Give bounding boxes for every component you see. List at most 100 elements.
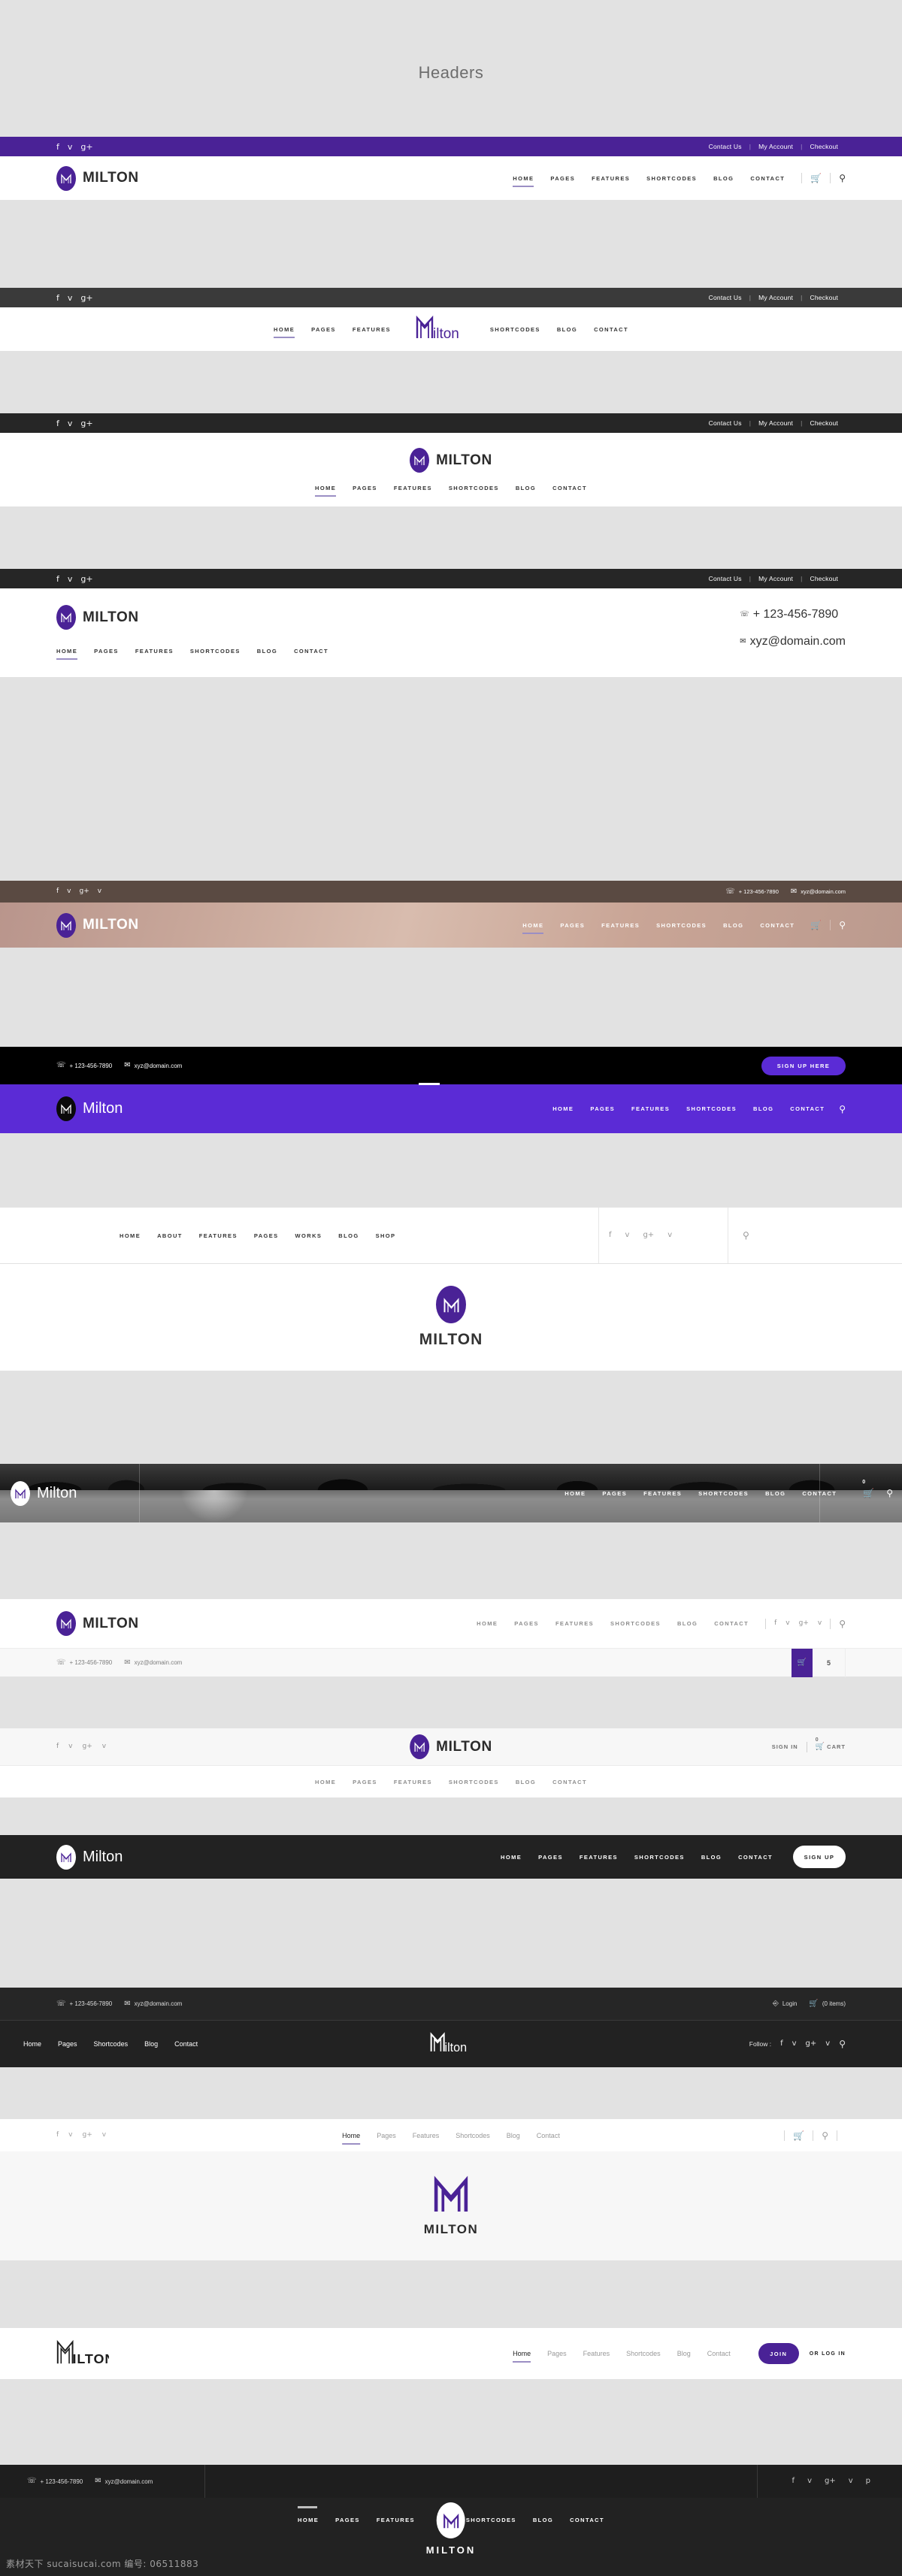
nav-home[interactable]: Home <box>334 2132 368 2145</box>
nav-contact[interactable]: CONTACT <box>752 922 803 929</box>
nav-shortcodes[interactable]: SHORTCODES <box>440 485 507 491</box>
google-plus-icon[interactable]: g+ <box>80 143 92 151</box>
social-links[interactable]: f ᴠ g+ v <box>774 1620 822 1627</box>
nav-blog[interactable]: BLOG <box>745 1105 782 1112</box>
phone-info[interactable]: ☏ + 123-456-7890 <box>56 1658 112 1667</box>
nav-features[interactable]: FEATURES <box>635 1490 690 1497</box>
nav-home[interactable]: HOME <box>468 1620 506 1627</box>
nav-features[interactable]: FEATURES <box>623 1105 678 1112</box>
nav-shortcodes[interactable]: SHORTCODES <box>626 1854 693 1861</box>
social-links[interactable]: f ᴠ g+ <box>56 143 93 151</box>
phone-info[interactable]: ☏ + 123-456-7890 <box>740 608 846 621</box>
nav-about[interactable]: ABOUT <box>149 1232 191 1239</box>
nav-blog[interactable]: BLOG <box>693 1854 730 1861</box>
cart-link[interactable]: 🛒 (0 items) <box>809 2000 846 2008</box>
nav-home[interactable]: HOME <box>544 1105 582 1112</box>
nav-home[interactable]: HOME <box>265 326 303 338</box>
logo-mark-icon[interactable] <box>436 1286 466 1323</box>
nav-blog[interactable]: BLOG <box>715 922 752 929</box>
checkout-link[interactable]: Checkout <box>802 294 846 301</box>
nav-home[interactable]: HOME <box>556 1490 594 1497</box>
search-icon[interactable]: ⚲ <box>822 2131 828 2140</box>
nav-blog[interactable]: BLOG <box>549 326 586 333</box>
social-links[interactable]: f ᴠ g+ v p <box>792 2465 870 2498</box>
nav-pages[interactable]: PAGES <box>594 1490 635 1497</box>
cart-icon[interactable]: 🛒 <box>793 2131 804 2140</box>
pinterest-icon[interactable]: p <box>866 2478 870 2485</box>
facebook-icon[interactable]: f <box>56 2132 59 2139</box>
logo-milton[interactable]: MILTON <box>56 1611 139 1636</box>
search-icon[interactable]: ⚲ <box>886 1489 893 1498</box>
logo-mark-icon[interactable] <box>434 2175 468 2218</box>
nav-shortcodes[interactable]: Shortcodes <box>86 2040 137 2048</box>
nav-features[interactable]: Features <box>404 2132 448 2139</box>
social-links[interactable]: f ᴠ g+ v <box>56 888 101 895</box>
twitter-icon[interactable]: ᴠ <box>807 2478 812 2485</box>
nav-features[interactable]: FEATURES <box>344 326 399 333</box>
google-plus-icon[interactable]: g+ <box>80 294 92 302</box>
nav-home[interactable]: HOME <box>492 1854 530 1861</box>
my-account-link[interactable]: My Account <box>751 143 801 150</box>
nav-features[interactable]: FEATURES <box>583 175 638 182</box>
twitter-icon[interactable]: ᴠ <box>625 1232 630 1239</box>
google-plus-icon[interactable]: g+ <box>825 2478 836 2485</box>
nav-home[interactable]: HOME <box>307 485 344 497</box>
cart-with-badge[interactable]: 🛒 0 <box>862 1480 874 1500</box>
nav-blog[interactable]: BLOG <box>330 1232 367 1239</box>
social-links[interactable]: f ᴠ g+ <box>56 575 93 583</box>
nav-pages[interactable]: Pages <box>368 2132 404 2139</box>
nav-blog[interactable]: BLOG <box>507 1779 544 1785</box>
facebook-icon[interactable]: f <box>56 419 59 428</box>
social-links[interactable]: f ᴠ g+ <box>56 419 93 428</box>
nav-shortcodes[interactable]: Shortcodes <box>447 2132 498 2139</box>
contact-us-link[interactable]: Contact Us <box>701 143 749 150</box>
nav-contact[interactable]: CONTACT <box>706 1620 757 1627</box>
nav-contact[interactable]: CONTACT <box>794 1490 845 1497</box>
email-info[interactable]: ✉ xyz@domain.com <box>740 635 846 649</box>
nav-contact[interactable]: CONTACT <box>730 1854 781 1861</box>
nav-blog[interactable]: Blog <box>498 2132 528 2139</box>
nav-shortcodes[interactable]: SHORTCODES <box>182 648 249 655</box>
twitter-icon[interactable]: ᴠ <box>68 1743 72 1750</box>
facebook-icon[interactable]: f <box>792 2478 795 2485</box>
nav-shortcodes[interactable]: SHORTCODES <box>482 326 549 333</box>
nav-blog[interactable]: Blog <box>669 2350 699 2357</box>
logo-milton[interactable]: Milton <box>11 1480 77 1506</box>
phone-info[interactable]: ☏ + 123-456-7890 <box>725 887 779 896</box>
logo-milton-stacked[interactable]: ILTON <box>56 2336 114 2372</box>
nav-pages[interactable]: PAGES <box>344 1779 386 1785</box>
my-account-link[interactable]: My Account <box>751 575 801 582</box>
logo-milton[interactable]: MILTON <box>410 448 492 473</box>
or-log-in-link[interactable]: OR LOG IN <box>810 2351 846 2357</box>
nav-contact[interactable]: CONTACT <box>586 326 637 333</box>
nav-pages[interactable]: PAGES <box>542 175 583 182</box>
social-links[interactable]: f ᴠ g+ v <box>56 2132 106 2139</box>
social-links[interactable]: f ᴠ g+ v <box>56 1743 106 1750</box>
nav-contact[interactable]: CONTACT <box>286 648 337 655</box>
logo-milton[interactable]: MILTON <box>426 2502 477 2556</box>
nav-works[interactable]: WORKS <box>287 1232 331 1239</box>
facebook-icon[interactable]: f <box>609 1232 612 1239</box>
nav-contact[interactable]: CONTACT <box>544 1779 595 1785</box>
email-info[interactable]: ✉ xyz@domain.com <box>95 2478 153 2485</box>
nav-shortcodes[interactable]: Shortcodes <box>618 2350 669 2357</box>
nav-blog[interactable]: BLOG <box>705 175 742 182</box>
nav-pages[interactable]: PAGES <box>303 326 344 333</box>
nav-contact[interactable]: CONTACT <box>544 485 595 491</box>
checkout-link[interactable]: Checkout <box>802 143 846 150</box>
nav-features[interactable]: FEATURES <box>386 1779 440 1785</box>
vimeo-icon[interactable]: v <box>849 2478 853 2485</box>
twitter-icon[interactable]: ᴠ <box>67 888 71 895</box>
nav-blog[interactable]: BLOG <box>525 2517 561 2523</box>
nav-contact[interactable]: CONTACT <box>742 175 793 182</box>
nav-home[interactable]: HOME <box>48 648 86 660</box>
phone-info[interactable]: ☏ + 123-456-7890 <box>56 1062 112 1069</box>
nav-features[interactable]: FEATURES <box>571 1854 626 1861</box>
nav-blog[interactable]: BLOG <box>507 485 544 491</box>
google-plus-icon[interactable]: g+ <box>83 2132 92 2139</box>
email-info[interactable]: ✉ xyz@domain.com <box>124 1658 182 1667</box>
nav-features[interactable]: FEATURES <box>368 2517 423 2523</box>
nav-features[interactable]: Features <box>575 2350 619 2357</box>
nav-pages[interactable]: PAGES <box>86 648 127 655</box>
nav-shortcodes[interactable]: SHORTCODES <box>678 1105 745 1112</box>
